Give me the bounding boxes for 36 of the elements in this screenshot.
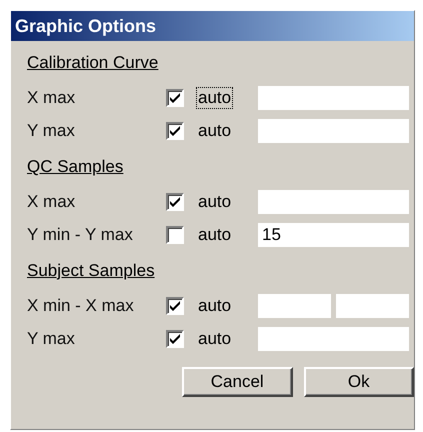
check-icon [169, 125, 181, 136]
check-icon [169, 333, 181, 344]
checkbox-label[interactable]: auto [196, 120, 234, 142]
section-heading: Calibration Curve [27, 53, 158, 73]
input-field[interactable] [258, 190, 409, 214]
checkbox[interactable] [166, 296, 184, 314]
checkbox[interactable] [166, 88, 184, 106]
check-icon [169, 92, 181, 103]
dialog-button[interactable]: Cancel [182, 367, 292, 397]
checkbox-label[interactable]: auto [196, 328, 234, 350]
checkbox-label[interactable]: auto [196, 86, 234, 108]
section-heading: Subject Samples [27, 261, 155, 281]
checkbox[interactable] [166, 192, 184, 210]
check-icon [169, 300, 181, 311]
input-field[interactable] [258, 326, 409, 350]
input-field[interactable] [258, 118, 409, 142]
checkbox-label[interactable]: auto [196, 190, 234, 212]
field-label: X min - X max [27, 296, 135, 316]
section-heading: QC Samples [27, 157, 124, 177]
dialog-button[interactable]: Ok [304, 367, 414, 397]
checkbox-label[interactable]: auto [196, 294, 234, 316]
checkbox[interactable] [166, 226, 184, 244]
window-title: Graphic Options [15, 16, 156, 36]
checkbox-label[interactable]: auto [196, 224, 234, 246]
input-field[interactable] [258, 294, 331, 318]
input-field[interactable] [336, 294, 409, 318]
input-field[interactable] [258, 86, 409, 110]
field-label: Y max [27, 120, 76, 140]
field-label: X max [27, 88, 76, 108]
field-label: X max [27, 192, 76, 212]
check-icon [169, 196, 181, 207]
field-label: Y max [27, 328, 76, 348]
checkbox[interactable] [166, 330, 184, 348]
input-field[interactable]: 15 [258, 222, 409, 246]
field-label: Y min - Y max [27, 224, 134, 244]
checkbox[interactable] [166, 122, 184, 140]
